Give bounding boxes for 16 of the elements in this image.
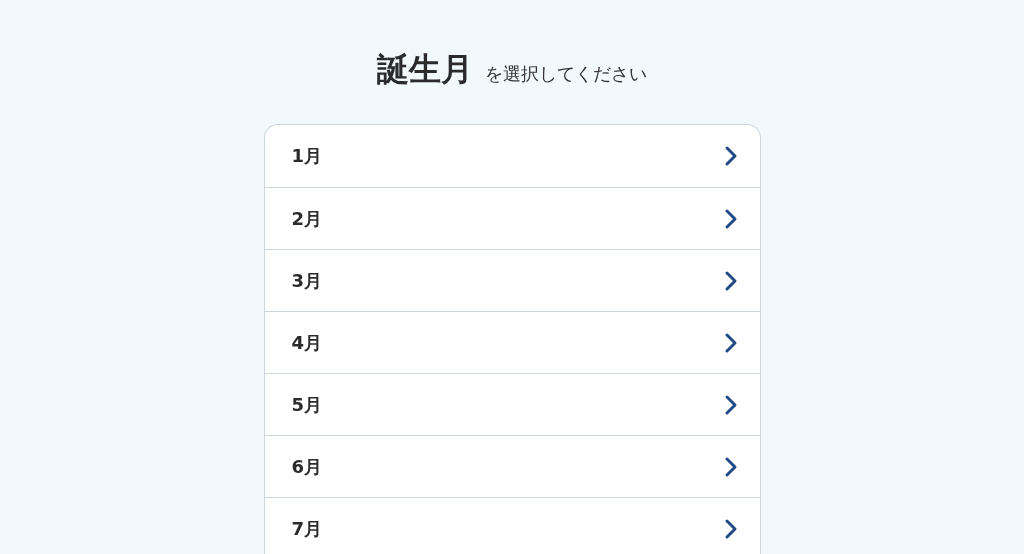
chevron-right-icon [723,517,738,540]
month-list-item[interactable]: 4月 [264,311,760,373]
page-subtitle: を選択してください [485,62,647,86]
month-list-item[interactable]: 1月 [264,125,760,187]
month-list-item[interactable]: 3月 [264,249,760,311]
chevron-right-icon [723,145,738,167]
chevron-right-icon [723,393,738,416]
chevron-right-icon [723,455,738,478]
chevron-right-icon [723,331,738,354]
page-title: 誕生月 [377,49,473,90]
month-list-item[interactable]: 7月 [264,497,760,554]
chevron-right-icon [723,269,738,292]
month-list-item[interactable]: 5月 [264,373,760,435]
month-list-item[interactable]: 6月 [264,435,760,497]
chevron-right-icon [723,207,738,230]
month-list-item[interactable]: 2月 [264,187,760,249]
